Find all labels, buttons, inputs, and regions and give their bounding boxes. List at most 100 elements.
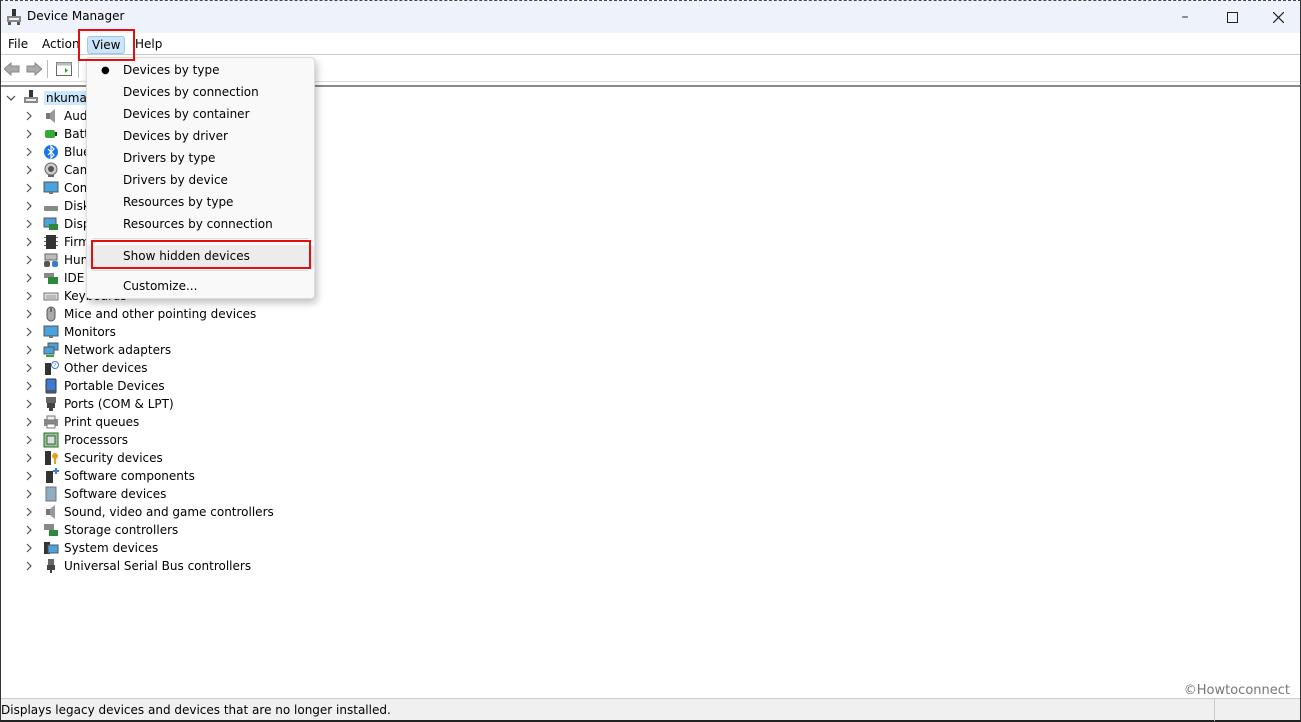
chevron-right-icon[interactable] [23, 125, 35, 143]
view-menu-item-resources-by-connection[interactable]: Resources by connection [87, 213, 314, 235]
hid-icon [44, 253, 58, 267]
storage-controller-icon [44, 524, 58, 536]
view-menu-item-drivers-by-type[interactable]: Drivers by type [87, 147, 314, 169]
chevron-right-icon[interactable] [23, 377, 35, 395]
chevron-right-icon[interactable] [23, 467, 35, 485]
monitor-icon [43, 181, 59, 194]
menu-help[interactable]: Help [131, 36, 166, 54]
device-manager-window: Device Manager – File Action View Help n… [0, 0, 1301, 722]
menu-item-label: Customize... [123, 279, 198, 293]
chevron-right-icon[interactable] [23, 521, 35, 539]
tree-category-item[interactable]: Portable Devices [23, 377, 165, 395]
chevron-right-icon[interactable] [23, 269, 35, 287]
chevron-right-icon[interactable] [23, 341, 35, 359]
tree-category-item[interactable]: Storage controllers [23, 521, 178, 539]
forward-arrow-icon [26, 62, 42, 76]
chevron-down-icon[interactable] [5, 89, 17, 107]
view-menu-item-devices-by-type[interactable]: ● Devices by type [87, 59, 314, 81]
chevron-right-icon[interactable] [23, 557, 35, 575]
tree-category-item[interactable]: Network adapters [23, 341, 171, 359]
tree-category-item[interactable]: Software components [23, 467, 195, 485]
menu-bar: File Action View Help [1, 33, 1300, 55]
menu-item-label: Drivers by type [123, 151, 216, 165]
tree-category-item[interactable]: Sound, video and game controllers [23, 503, 274, 521]
display-adapter-icon [43, 217, 58, 230]
title-bar: Device Manager – [1, 1, 1300, 33]
view-menu-item-resources-by-type[interactable]: Resources by type [87, 191, 314, 213]
chevron-right-icon[interactable] [23, 503, 35, 521]
bluetooth-icon [44, 144, 58, 160]
tree-category-item[interactable]: Software devices [23, 485, 166, 503]
tree-category-label: Other devices [64, 361, 148, 375]
view-menu-item-devices-by-container[interactable]: Devices by container [87, 103, 314, 125]
menu-view[interactable]: View [87, 36, 126, 54]
tree-category-item[interactable]: ? Other devices [23, 359, 148, 377]
chevron-right-icon[interactable] [23, 359, 35, 377]
view-menu-item-devices-by-connection[interactable]: Devices by connection [87, 81, 314, 103]
watermark: ©Howtoconnect [1183, 683, 1290, 698]
svg-text:?: ? [54, 363, 57, 369]
chevron-right-icon[interactable] [23, 197, 35, 215]
chevron-right-icon[interactable] [23, 215, 35, 233]
toolbar-separator [47, 60, 48, 78]
chevron-right-icon[interactable] [23, 431, 35, 449]
mouse-icon [46, 306, 56, 322]
show-hide-console-tree-button[interactable] [55, 60, 73, 78]
port-icon [46, 397, 56, 411]
forward-button[interactable] [25, 60, 43, 78]
tree-category-item[interactable]: System devices [23, 539, 158, 557]
view-menu-item-customize[interactable]: Customize... [87, 275, 314, 297]
minimize-button[interactable]: – [1162, 1, 1208, 33]
tree-category-label: Security devices [64, 451, 163, 465]
chevron-right-icon[interactable] [23, 287, 35, 305]
menu-separator [93, 238, 308, 239]
chevron-right-icon[interactable] [23, 323, 35, 341]
tree-category-label: Processors [64, 433, 129, 447]
chip-icon [44, 235, 58, 249]
disk-drive-icon [44, 206, 58, 211]
menu-file[interactable]: File [4, 36, 32, 54]
tree-category-item[interactable]: Print queues [23, 413, 139, 431]
view-menu-item-show-hidden-devices[interactable]: Show hidden devices [87, 245, 314, 267]
tree-category-item[interactable]: Processors [23, 431, 128, 449]
menu-item-label: Devices by connection [123, 85, 259, 99]
chevron-right-icon[interactable] [23, 485, 35, 503]
tree-category-item[interactable]: Mice and other pointing devices [23, 305, 256, 323]
chevron-right-icon[interactable] [23, 179, 35, 197]
view-menu-item-devices-by-driver[interactable]: Devices by driver [87, 125, 314, 147]
chevron-right-icon[interactable] [23, 143, 35, 161]
chevron-right-icon[interactable] [23, 305, 35, 323]
menu-item-label: Devices by type [123, 63, 220, 77]
show-hide-console-tree-icon [56, 62, 72, 76]
maximize-button[interactable] [1209, 1, 1255, 33]
keyboard-icon [43, 292, 59, 301]
chevron-right-icon[interactable] [23, 251, 35, 269]
close-icon [1272, 11, 1284, 23]
view-menu-item-drivers-by-device[interactable]: Drivers by device [87, 169, 314, 191]
tree-category-label: Mice and other pointing devices [64, 307, 257, 321]
chevron-right-icon[interactable] [23, 539, 35, 557]
close-button[interactable] [1255, 1, 1301, 33]
tree-category-item[interactable]: Ports (COM & LPT) [23, 395, 174, 413]
portable-device-icon [45, 378, 57, 394]
chevron-right-icon[interactable] [23, 161, 35, 179]
chevron-right-icon[interactable] [23, 395, 35, 413]
tree-category-item[interactable]: Monitors [23, 323, 116, 341]
software-device-icon [45, 486, 57, 502]
menu-item-label: Resources by type [123, 195, 234, 209]
back-button[interactable] [3, 60, 21, 78]
tree-category-item[interactable]: Security devices [23, 449, 163, 467]
chevron-right-icon[interactable] [23, 233, 35, 251]
network-adapter-icon [43, 342, 59, 357]
window-title: Device Manager [27, 9, 125, 23]
menu-action[interactable]: Action [38, 36, 84, 54]
speaker-icon [46, 109, 55, 123]
chevron-right-icon[interactable] [23, 413, 35, 431]
tree-root-computer[interactable]: nkumar [5, 89, 94, 107]
computer-icon [24, 90, 38, 103]
chevron-right-icon[interactable] [23, 449, 35, 467]
chevron-right-icon[interactable] [23, 107, 35, 125]
tree-category-item[interactable]: Universal Serial Bus controllers [23, 557, 251, 575]
menu-separator [93, 270, 308, 271]
view-menu-dropdown: ● Devices by type Devices by connection Dev… [86, 57, 315, 299]
